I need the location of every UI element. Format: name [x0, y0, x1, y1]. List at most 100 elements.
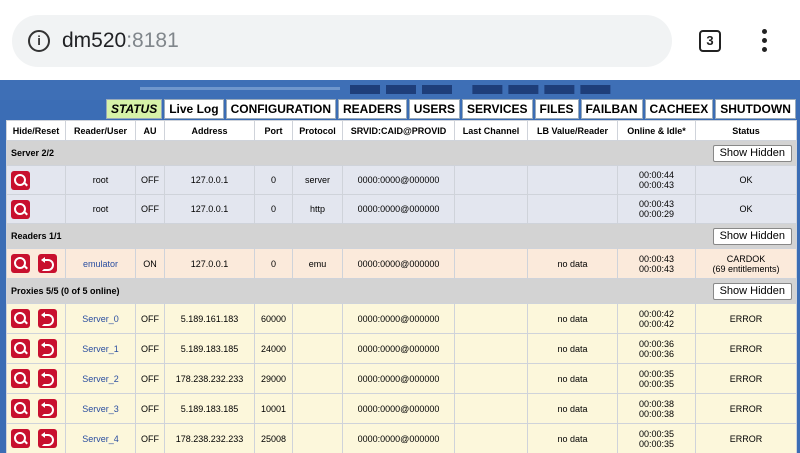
lb-value-cell: no data — [527, 363, 618, 394]
column-header: Protocol — [292, 120, 343, 141]
nav-failban[interactable]: FAILBAN — [580, 99, 643, 119]
au-cell: OFF — [135, 165, 165, 195]
idle-time: 00:00:43 — [638, 180, 675, 190]
nav-users[interactable]: USERS — [408, 99, 461, 119]
column-header: Status — [695, 120, 797, 141]
tab-switcher-button[interactable]: 3 — [699, 30, 721, 52]
idle-time: 00:00:42 — [638, 318, 675, 329]
address-cell: 127.0.0.1 — [164, 165, 255, 195]
nav-cacheex[interactable]: CACHEEX — [644, 99, 714, 119]
lb-value-cell: no data — [527, 303, 618, 334]
hide-reset-cell — [6, 393, 66, 424]
online-idle-cell: 00:00:38 00:00:38 — [617, 393, 696, 424]
reader-user-cell[interactable]: Server_3 — [65, 393, 136, 424]
magnifier-icon[interactable] — [11, 429, 30, 448]
last-channel-cell — [454, 333, 528, 364]
protocol-cell: emu — [292, 248, 343, 279]
last-channel-cell — [454, 165, 528, 195]
show-hidden-button[interactable]: Show Hidden — [712, 283, 792, 300]
more-menu-icon[interactable] — [752, 29, 776, 55]
status-cell: ERROR — [695, 393, 797, 424]
show-hidden-button[interactable]: Show Hidden — [712, 145, 792, 162]
column-header: Last Channel — [454, 120, 528, 141]
magnifier-icon[interactable] — [11, 369, 30, 388]
au-cell: OFF — [135, 393, 165, 424]
port-cell: 29000 — [254, 363, 293, 394]
url-text[interactable]: dm520:8181 — [62, 29, 179, 53]
reset-icon[interactable] — [38, 369, 57, 388]
nav-services[interactable]: SERVICES — [462, 99, 533, 119]
nav-configuration[interactable]: CONFIGURATION — [225, 99, 336, 119]
proxies-section-header: Proxies 5/5 (0 of 5 online) Show Hidden — [6, 278, 797, 304]
last-channel-cell — [454, 363, 528, 394]
magnifier-icon[interactable] — [11, 199, 30, 219]
status-text: OK — [739, 204, 753, 214]
nav-status[interactable]: STATUS — [106, 99, 163, 119]
reader-user-cell[interactable]: Server_1 — [65, 333, 136, 364]
srvid-cell: 0000:0000@000000 — [342, 248, 455, 279]
hide-reset-cell — [6, 423, 66, 453]
online-time: 00:00:44 — [638, 170, 675, 180]
nav-shutdown[interactable]: SHUTDOWN — [715, 99, 796, 119]
reset-icon[interactable] — [38, 309, 57, 328]
nav-live-log[interactable]: Live Log — [164, 99, 224, 119]
magnifier-icon[interactable] — [11, 254, 30, 273]
url-port: :8181 — [126, 29, 179, 52]
port-cell: 25008 — [254, 423, 293, 453]
address-cell: 178.238.232.233 — [164, 363, 255, 394]
au-cell: OFF — [135, 363, 165, 394]
online-time: 00:00:36 — [638, 338, 675, 349]
address-bar[interactable]: i dm520:8181 — [12, 15, 672, 67]
column-header: Port — [254, 120, 293, 141]
magnifier-icon[interactable] — [11, 399, 30, 418]
lb-value-cell: no data — [527, 393, 618, 424]
status-cell: ERROR — [695, 333, 797, 364]
magnifier-icon[interactable] — [11, 309, 30, 328]
address-cell: 5.189.183.185 — [164, 333, 255, 364]
reset-icon[interactable] — [38, 254, 57, 273]
hide-reset-cell — [6, 165, 66, 195]
reader-user-cell[interactable]: Server_0 — [65, 303, 136, 334]
column-header: Online & Idle* — [617, 120, 696, 141]
reader-user-cell[interactable]: emulator — [65, 248, 136, 279]
reset-icon[interactable] — [38, 339, 57, 358]
online-time: 00:00:38 — [638, 398, 675, 409]
entitlements-text: (69 entitlements) — [712, 263, 780, 274]
online-time: 00:00:43 — [638, 199, 675, 209]
nav-files[interactable]: FILES — [534, 99, 579, 119]
column-header: LB Value/Reader — [527, 120, 618, 141]
banner-decoration — [140, 87, 340, 90]
lb-value-cell — [527, 165, 618, 195]
protocol-cell: http — [292, 194, 343, 224]
server-section-header: Server 2/2 Show Hidden — [6, 140, 797, 166]
protocol-cell: server — [292, 165, 343, 195]
protocol-cell — [292, 333, 343, 364]
online-idle-cell: 00:00:44 00:00:43 — [617, 165, 696, 195]
au-cell: ON — [135, 248, 165, 279]
reader-user-cell: root — [65, 194, 136, 224]
au-cell: OFF — [135, 333, 165, 364]
online-time: 00:00:43 — [638, 253, 675, 264]
magnifier-icon[interactable] — [11, 170, 30, 190]
srvid-cell: 0000:0000@000000 — [342, 423, 455, 453]
nav-readers[interactable]: READERS — [338, 99, 407, 119]
reset-icon[interactable] — [38, 429, 57, 448]
reader-user-cell[interactable]: Server_4 — [65, 423, 136, 453]
magnifier-icon[interactable] — [11, 339, 30, 358]
oscam-webif: ▬▬▬ ▬▬▬▬ STATUS Live Log CONFIGURATION READ… — [0, 80, 800, 453]
hide-reset-cell — [6, 333, 66, 364]
status-table: Hide/Reset Reader/User AU Address Port Protoc… — [6, 120, 797, 453]
server-section-label: Server 2/2 — [11, 148, 55, 158]
hide-reset-cell — [6, 363, 66, 394]
status-cell: OK — [695, 194, 797, 224]
srvid-cell: 0000:0000@000000 — [342, 393, 455, 424]
show-hidden-button[interactable]: Show Hidden — [712, 228, 792, 245]
port-cell: 24000 — [254, 333, 293, 364]
info-icon[interactable]: i — [28, 30, 50, 52]
address-cell: 178.238.232.233 — [164, 423, 255, 453]
lb-value-cell: no data — [527, 248, 618, 279]
reader-user-cell[interactable]: Server_2 — [65, 363, 136, 394]
reset-icon[interactable] — [38, 399, 57, 418]
table-row: root OFF 127.0.0.1 0 server 0000:0000@000000 0… — [6, 165, 797, 195]
online-idle-cell: 00:00:35 00:00:35 — [617, 363, 696, 394]
